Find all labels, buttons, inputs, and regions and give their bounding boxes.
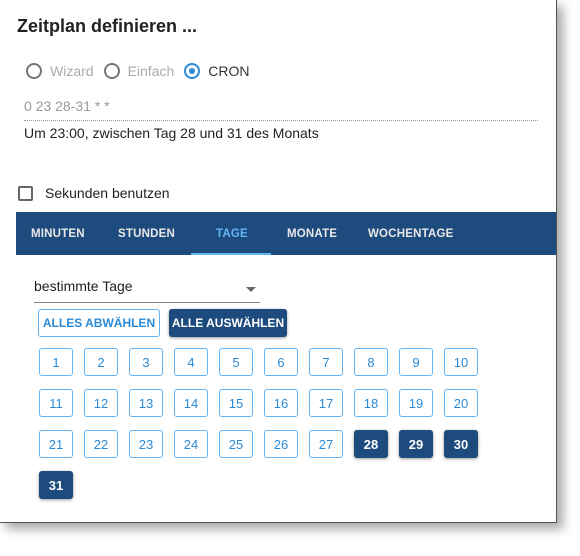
radio-circle[interactable] [26,63,42,79]
tab-wochentage[interactable]: WOCHENTAGE [368,212,453,255]
day-button-9[interactable]: 9 [399,348,433,376]
day-button-14[interactable]: 14 [174,389,208,417]
checkbox-box[interactable] [18,185,33,201]
day-button-12[interactable]: 12 [84,389,118,417]
tab-monate[interactable]: MONATE [287,212,337,255]
day-button-17[interactable]: 17 [309,389,343,417]
active-tab-indicator [191,253,271,255]
day-button-11[interactable]: 11 [39,389,73,417]
tab-minuten[interactable]: MINUTEN [31,212,85,255]
day-button-4[interactable]: 4 [174,348,208,376]
day-button-19[interactable]: 19 [399,389,433,417]
day-button-15[interactable]: 15 [219,389,253,417]
day-button-25[interactable]: 25 [219,430,253,458]
day-button-30[interactable]: 30 [444,430,478,458]
deselect-all-button[interactable]: ALLES ABWÄHLEN [38,309,160,337]
day-button-7[interactable]: 7 [309,348,343,376]
day-button-29[interactable]: 29 [399,430,433,458]
day-button-22[interactable]: 22 [84,430,118,458]
day-button-3[interactable]: 3 [129,348,163,376]
radio-label-wizard: Wizard [50,63,94,79]
tab-bar: MINUTEN STUNDEN TAGE MONATE WOCHENTAGE [16,212,556,255]
day-button-1[interactable]: 1 [39,348,73,376]
dialog-title: Zeitplan definieren ... [17,16,198,36]
day-button-16[interactable]: 16 [264,389,298,417]
caret-down-icon [246,287,256,292]
day-button-8[interactable]: 8 [354,348,388,376]
select-all-button[interactable]: ALLE AUSWÄHLEN [169,309,287,337]
radio-wizard[interactable]: Wizard [26,63,94,79]
day-button-31[interactable]: 31 [39,471,73,499]
day-button-21[interactable]: 21 [39,430,73,458]
seconds-checkbox[interactable]: Sekunden benutzen [18,185,170,201]
cron-description: Um 23:00, zwischen Tag 28 und 31 des Mon… [24,125,319,141]
radio-cron[interactable]: CRON [184,63,250,79]
day-button-23[interactable]: 23 [129,430,163,458]
day-mode-select[interactable]: bestimmte Tage [34,278,260,303]
radio-circle[interactable] [184,63,201,79]
tab-tage[interactable]: TAGE [216,212,248,255]
tab-stunden[interactable]: STUNDEN [118,212,175,255]
day-button-26[interactable]: 26 [264,430,298,458]
day-button-10[interactable]: 10 [444,348,478,376]
schedule-dialog: Zeitplan definieren ... Wizard Einfach C… [0,0,557,523]
radio-circle[interactable] [103,63,120,79]
radio-einfach[interactable]: Einfach [103,63,175,79]
radio-label-cron: CRON [208,63,250,79]
mode-radio-group: Wizard Einfach CRON [26,63,260,79]
day-button-13[interactable]: 13 [129,389,163,417]
day-button-18[interactable]: 18 [354,389,388,417]
day-button-28[interactable]: 28 [354,430,388,458]
day-button-27[interactable]: 27 [309,430,343,458]
day-button-5[interactable]: 5 [219,348,253,376]
day-button-2[interactable]: 2 [84,348,118,376]
day-button-20[interactable]: 20 [444,389,478,417]
radio-label-einfach: Einfach [127,63,175,79]
day-button-24[interactable]: 24 [174,430,208,458]
day-button-6[interactable]: 6 [264,348,298,376]
seconds-label: Sekunden benutzen [45,185,170,201]
day-mode-value: bestimmte Tage [34,278,133,294]
cron-expression-input[interactable]: 0 23 28-31 * * [24,98,538,121]
